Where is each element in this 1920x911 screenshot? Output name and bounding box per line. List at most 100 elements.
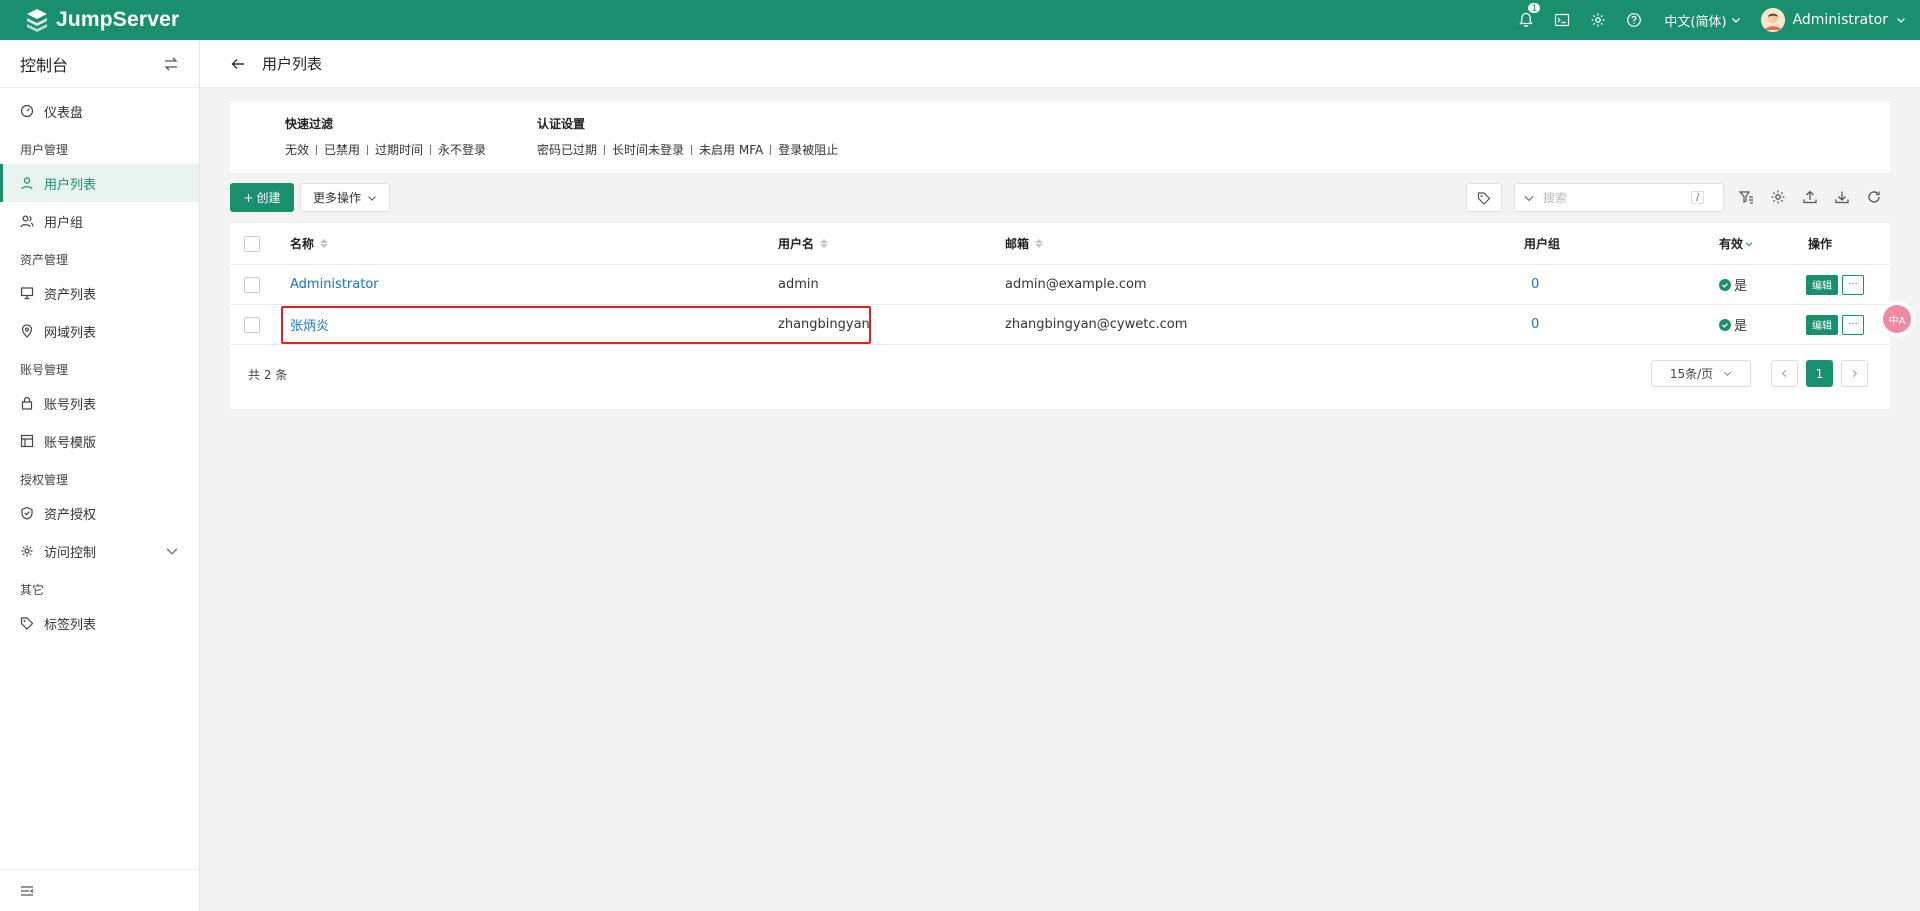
back-arrow-icon[interactable] [230,56,246,72]
sidebar-item-user-group[interactable]: 用户组 [0,202,199,240]
sidebar-group-label: 其它 [20,583,45,597]
translate-float-button[interactable]: 中A [1883,305,1911,333]
chevron-down-icon [1724,371,1732,377]
user-menu[interactable]: Administrator [1760,8,1906,32]
filter-link-password-expired[interactable]: 密码已过期 [537,141,597,158]
terminal-icon[interactable] [1544,0,1580,40]
sidebar-item-account-list[interactable]: 账号列表 [0,384,199,422]
user-icon [21,177,33,190]
valid-status: 是 [1719,305,1747,344]
filter-link-long-inactive[interactable]: 长时间未登录 [612,141,684,158]
logo[interactable]: JumpServer [24,7,179,33]
more-button[interactable]: ··· [1842,274,1864,295]
top-navbar: JumpServer 1 中文(简体) Administrator [0,0,1920,40]
username-cell: admin [778,277,819,292]
sort-icon[interactable] [1035,239,1044,248]
filter-link-disabled[interactable]: 已禁用 [324,141,360,158]
filter-chevron-icon[interactable] [1745,240,1753,248]
language-selector[interactable]: 中文(简体) [1664,11,1740,30]
auth-filter-title: 认证设置 [537,117,586,131]
chevron-down-icon [1731,18,1740,23]
prev-page-button[interactable] [1771,360,1798,387]
user-table: 名称 用户名 邮箱 用户组 有效 操作 Administrator admin … [230,223,1890,409]
sidebar-item-account-template[interactable]: 账号模版 [0,422,199,460]
edit-button[interactable]: 编辑 [1806,274,1838,295]
sidebar-item-asset-permission[interactable]: 资产授权 [0,494,199,532]
sidebar-item-label: 标签列表 [44,617,97,633]
page-number-button[interactable]: 1 [1806,360,1833,387]
row-actions: 编辑 ··· [1806,305,1864,344]
sidebar-item-user-list[interactable]: 用户列表 [0,164,199,202]
user-name-link[interactable]: Administrator [290,265,379,304]
group-count-link[interactable]: 0 [1531,305,1539,344]
column-label: 名称 [290,237,315,251]
filter-link-never-login[interactable]: 永不登录 [438,141,486,158]
switch-icon[interactable] [163,56,179,72]
download-icon[interactable] [1834,189,1850,205]
sort-icon[interactable] [820,239,829,248]
quick-filter: 快速过滤 无效 已禁用 过期时间 永不登录 [285,115,486,158]
chevron-down-icon[interactable] [1523,192,1535,204]
chevron-down-icon [1897,18,1905,23]
monitor-icon [20,287,34,300]
valid-text: 是 [1734,319,1748,334]
create-button[interactable]: + 创建 [230,183,294,212]
refresh-icon[interactable] [1866,189,1882,205]
sidebar-title: 控制台 [20,55,69,75]
page-size-label: 15条/页 [1669,367,1714,381]
app-name: JumpServer [56,8,180,31]
sidebar-item-label: 用户组 [44,215,84,231]
edit-button[interactable]: 编辑 [1806,314,1838,335]
group-count-link[interactable]: 0 [1531,265,1539,304]
sidebar-item-access-control[interactable]: 访问控制 [0,532,199,570]
filter-link-mfa-disabled[interactable]: 未启用 MFA [699,141,763,158]
column-header-valid[interactable]: 有效 [1719,223,1753,264]
page-size-select[interactable]: 15条/页 [1651,360,1751,387]
next-page-button[interactable] [1841,360,1868,387]
filter-link-invalid[interactable]: 无效 [285,141,309,158]
column-filter-icon[interactable] [1738,189,1754,205]
page-title: 用户列表 [262,55,323,73]
table-row: 张炳炎 zhangbingyan zhangbingyan@cywetc.com… [230,305,1890,345]
bell-icon[interactable]: 1 [1508,0,1544,40]
select-all-checkbox[interactable] [244,235,260,252]
sidebar-group-label: 账号管理 [20,363,69,377]
column-header-username[interactable]: 用户名 [778,223,829,264]
column-header-groups: 用户组 [1524,223,1560,264]
sort-icon[interactable] [320,239,329,248]
collapse-menu-icon[interactable] [20,884,34,898]
more-button[interactable]: ··· [1842,314,1864,335]
more-actions-button[interactable]: 更多操作 [300,183,390,212]
gear-icon[interactable] [1580,0,1616,40]
page-header: 用户列表 [200,40,1920,88]
more-actions-label: 更多操作 [312,191,361,205]
filter-link-expired[interactable]: 过期时间 [375,141,423,158]
settings-icon[interactable] [1770,189,1786,205]
column-header-name[interactable]: 名称 [290,223,329,264]
search-input[interactable] [1543,190,1683,205]
sidebar-item-asset-list[interactable]: 资产列表 [0,274,199,312]
divider [770,144,772,155]
notification-badge: 1 [1527,2,1542,14]
filter-panel: 快速过滤 无效 已禁用 过期时间 永不登录 认证设置 密码已过期 长时间未登录 … [230,101,1890,173]
sidebar-item-label: 账号列表 [44,397,97,413]
column-header-email[interactable]: 邮箱 [1005,223,1044,264]
tag-filter-button[interactable] [1466,183,1502,212]
search-box[interactable]: / [1514,183,1724,212]
sidebar-item-dashboard[interactable]: 仪表盘 [0,92,199,130]
upload-icon[interactable] [1802,189,1818,205]
username-cell: zhangbingyan [778,317,870,332]
sidebar-item-label-list[interactable]: 标签列表 [0,604,199,642]
user-name-link[interactable]: 张炳炎 [290,305,329,344]
sidebar-footer [0,869,199,911]
sidebar-item-label: 资产列表 [44,287,97,303]
row-checkbox[interactable] [244,316,260,333]
language-label: 中文(简体) [1664,14,1727,30]
avatar [1760,8,1785,32]
sidebar: 控制台 仪表盘 用户管理 用户列表 用户组 资产管理 资产列表 网域列表 账号管… [0,40,200,911]
row-checkbox[interactable] [244,276,260,293]
help-icon[interactable] [1616,0,1652,40]
sidebar-item-zone-list[interactable]: 网域列表 [0,312,199,350]
filter-link-login-blocked[interactable]: 登录被阻止 [778,141,838,158]
chevron-down-icon [368,195,376,201]
